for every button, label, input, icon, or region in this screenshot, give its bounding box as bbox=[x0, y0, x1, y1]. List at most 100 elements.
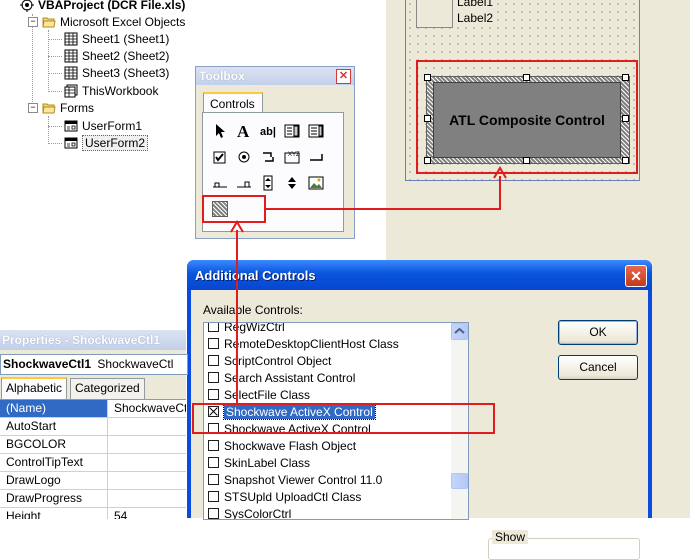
table-row[interactable]: Height 54 bbox=[0, 508, 186, 519]
atl-composite-control[interactable]: ATL Composite Control bbox=[433, 82, 621, 158]
tabstrip-tool-icon[interactable] bbox=[209, 172, 231, 194]
workbook-icon bbox=[64, 84, 78, 98]
collapse-excel-objects-button[interactable]: − bbox=[28, 17, 38, 27]
list-item-selected[interactable]: Shockwave ActiveX Control bbox=[208, 404, 376, 421]
checkbox[interactable] bbox=[208, 508, 219, 519]
resize-handle[interactable] bbox=[523, 74, 530, 81]
checkbox[interactable] bbox=[208, 323, 219, 332]
table-row[interactable]: BGCOLOR bbox=[0, 436, 186, 454]
property-value[interactable] bbox=[110, 472, 186, 489]
checkbox[interactable] bbox=[208, 440, 219, 451]
tree-node-label: Sheet2 (Sheet2) bbox=[82, 49, 170, 63]
resize-handle[interactable] bbox=[424, 74, 431, 81]
list-item[interactable]: Shockwave ActiveX Control bbox=[208, 421, 371, 438]
frame-tool-icon[interactable]: XYZ bbox=[281, 146, 303, 168]
tree-node-thisworkbook[interactable]: ThisWorkbook bbox=[64, 83, 158, 99]
textbox-tool-icon[interactable]: ab| bbox=[257, 120, 279, 142]
table-row[interactable]: (Name) ShockwaveCtl1 bbox=[0, 400, 186, 418]
property-name: BGCOLOR bbox=[0, 436, 108, 453]
list-item[interactable]: Search Assistant Control bbox=[208, 370, 355, 387]
spinbutton-tool-icon[interactable] bbox=[281, 172, 303, 194]
properties-titlebar[interactable]: Properties - ShockwaveCtl1 bbox=[0, 330, 186, 350]
tree-node-userform1[interactable]: UserForm1 bbox=[64, 118, 142, 134]
properties-window: Properties - ShockwaveCtl1 ShockwaveCtl1… bbox=[0, 330, 188, 519]
list-item[interactable]: ScriptControl Object bbox=[208, 353, 331, 370]
cancel-button[interactable]: Cancel bbox=[558, 355, 638, 380]
list-item[interactable]: SelectFile Class bbox=[208, 387, 310, 404]
table-row[interactable]: AutoStart bbox=[0, 418, 186, 436]
chevron-up-icon bbox=[454, 327, 465, 334]
tree-node-forms[interactable]: Forms bbox=[42, 100, 94, 116]
commandbutton-tool-icon[interactable] bbox=[305, 146, 327, 168]
available-controls-list[interactable]: RegWizCtrl RemoteDesktopClientHost Class… bbox=[203, 322, 469, 520]
checkbox-tool-icon[interactable] bbox=[209, 146, 231, 168]
checkbox[interactable] bbox=[208, 423, 219, 434]
scroll-thumb[interactable] bbox=[451, 473, 468, 489]
label2[interactable]: Label2 bbox=[457, 11, 494, 25]
tree-node-userform2[interactable]: UserForm2 bbox=[64, 135, 149, 151]
list-scrollbar[interactable] bbox=[451, 323, 468, 519]
dialog-titlebar[interactable]: Additional Controls ✕ bbox=[187, 260, 652, 290]
property-value[interactable]: ShockwaveCtl1 bbox=[110, 400, 186, 417]
object-selector[interactable]: ShockwaveCtl1 ShockwaveCtl bbox=[0, 354, 188, 375]
image-tool-icon[interactable] bbox=[305, 172, 327, 194]
tree-node-sheet2[interactable]: Sheet2 (Sheet2) bbox=[64, 48, 169, 64]
close-icon[interactable]: ✕ bbox=[625, 265, 647, 287]
table-row[interactable]: DrawProgress bbox=[0, 490, 186, 508]
property-value[interactable] bbox=[110, 454, 186, 471]
tree-node-excel-objects[interactable]: Microsoft Excel Objects bbox=[42, 14, 185, 30]
list-item[interactable]: Shockwave Flash Object bbox=[208, 438, 356, 455]
tree-node-label: UserForm2 bbox=[82, 135, 149, 151]
checkbox-checked[interactable] bbox=[208, 406, 219, 417]
list-item[interactable]: STSUpld UploadCtl Class bbox=[208, 489, 361, 506]
tree-node-sheet3[interactable]: Sheet3 (Sheet3) bbox=[64, 65, 169, 81]
tab-controls[interactable]: Controls bbox=[203, 92, 263, 114]
table-row[interactable]: ControlTipText bbox=[0, 454, 186, 472]
scrollbar-tool-icon[interactable] bbox=[257, 172, 279, 194]
checkbox[interactable] bbox=[208, 474, 219, 485]
tab-alphabetic[interactable]: Alphabetic bbox=[1, 377, 68, 400]
worksheet-icon bbox=[64, 49, 78, 63]
checkbox[interactable] bbox=[208, 491, 219, 502]
toolbox-titlebar[interactable]: Toolbox ✕ bbox=[196, 67, 354, 85]
combobox-tool-icon[interactable] bbox=[281, 120, 303, 142]
togglebutton-tool-icon[interactable] bbox=[257, 146, 279, 168]
property-value[interactable]: 54 bbox=[110, 508, 186, 519]
multipage-tool-icon[interactable] bbox=[233, 172, 255, 194]
ok-button[interactable]: OK bbox=[558, 320, 638, 345]
label-tool-icon[interactable]: A bbox=[233, 120, 255, 142]
label1[interactable]: Label1 bbox=[457, 0, 494, 9]
shockwave-tool-icon[interactable] bbox=[209, 198, 231, 220]
select-objects-icon[interactable] bbox=[209, 120, 231, 142]
property-value[interactable] bbox=[110, 436, 186, 453]
list-item[interactable]: RemoteDesktopClientHost Class bbox=[208, 336, 399, 353]
resize-handle[interactable] bbox=[523, 157, 530, 164]
checkbox[interactable] bbox=[208, 389, 219, 400]
list-item[interactable]: RegWizCtrl bbox=[208, 322, 285, 336]
listbox-tool-icon[interactable] bbox=[305, 120, 327, 142]
label-frame[interactable] bbox=[416, 0, 453, 28]
collapse-forms-button[interactable]: − bbox=[28, 103, 38, 113]
resize-handle[interactable] bbox=[622, 74, 629, 81]
table-row[interactable]: DrawLogo bbox=[0, 472, 186, 490]
list-item[interactable]: Snapshot Viewer Control 11.0 bbox=[208, 472, 382, 489]
resize-handle[interactable] bbox=[424, 115, 431, 122]
checkbox[interactable] bbox=[208, 457, 219, 468]
tab-categorized[interactable]: Categorized bbox=[70, 378, 145, 399]
close-icon[interactable]: ✕ bbox=[336, 69, 351, 84]
list-item[interactable]: SkinLabel Class bbox=[208, 455, 310, 472]
resize-handle[interactable] bbox=[622, 115, 629, 122]
list-item-label: Search Assistant Control bbox=[224, 371, 356, 385]
tree-node-vbaproject[interactable]: VBAProject (DCR File.xls) bbox=[20, 0, 185, 13]
resize-handle[interactable] bbox=[424, 157, 431, 164]
property-value[interactable] bbox=[110, 418, 186, 435]
property-value[interactable] bbox=[110, 490, 186, 507]
checkbox[interactable] bbox=[208, 372, 219, 383]
checkbox[interactable] bbox=[208, 355, 219, 366]
checkbox[interactable] bbox=[208, 338, 219, 349]
resize-handle[interactable] bbox=[622, 157, 629, 164]
scroll-up-button[interactable] bbox=[451, 323, 468, 340]
list-item-label: RegWizCtrl bbox=[224, 322, 285, 334]
optionbutton-tool-icon[interactable] bbox=[233, 146, 255, 168]
tree-node-sheet1[interactable]: Sheet1 (Sheet1) bbox=[64, 31, 169, 47]
